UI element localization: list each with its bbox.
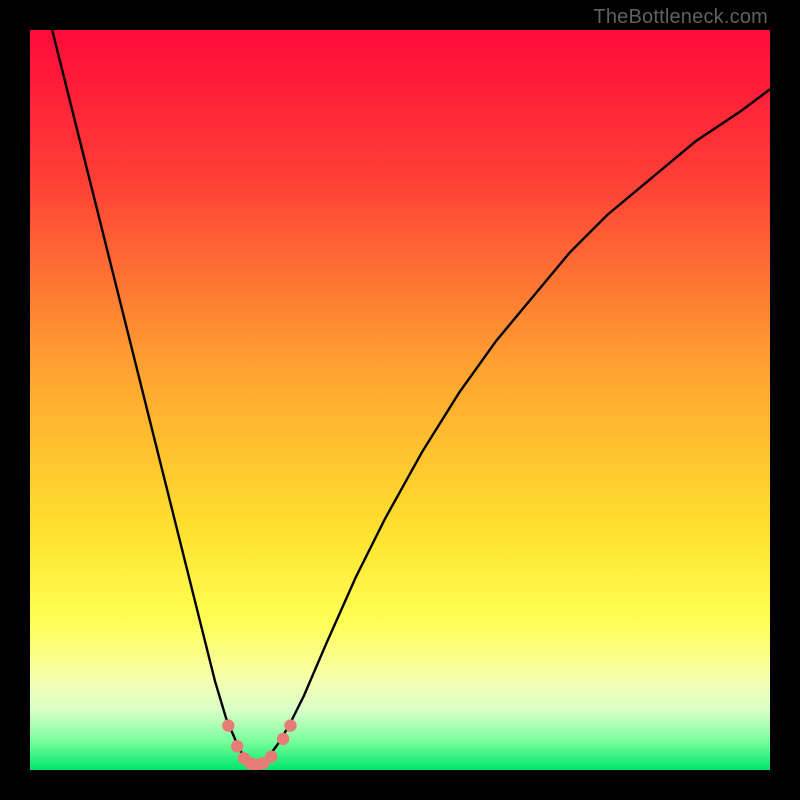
frame-right	[770, 0, 800, 800]
watermark-text: TheBottleneck.com	[593, 6, 768, 29]
curve-layer	[30, 30, 770, 770]
marker-dot	[222, 719, 234, 731]
marker-dot	[265, 750, 277, 762]
bottleneck-curve	[52, 30, 770, 766]
frame-bottom	[0, 770, 800, 800]
frame-left	[0, 0, 30, 800]
marker-dot	[284, 719, 296, 731]
plot-area	[30, 30, 770, 770]
marker-dot	[277, 733, 289, 745]
highlight-markers	[222, 719, 297, 770]
marker-dot	[231, 740, 243, 752]
